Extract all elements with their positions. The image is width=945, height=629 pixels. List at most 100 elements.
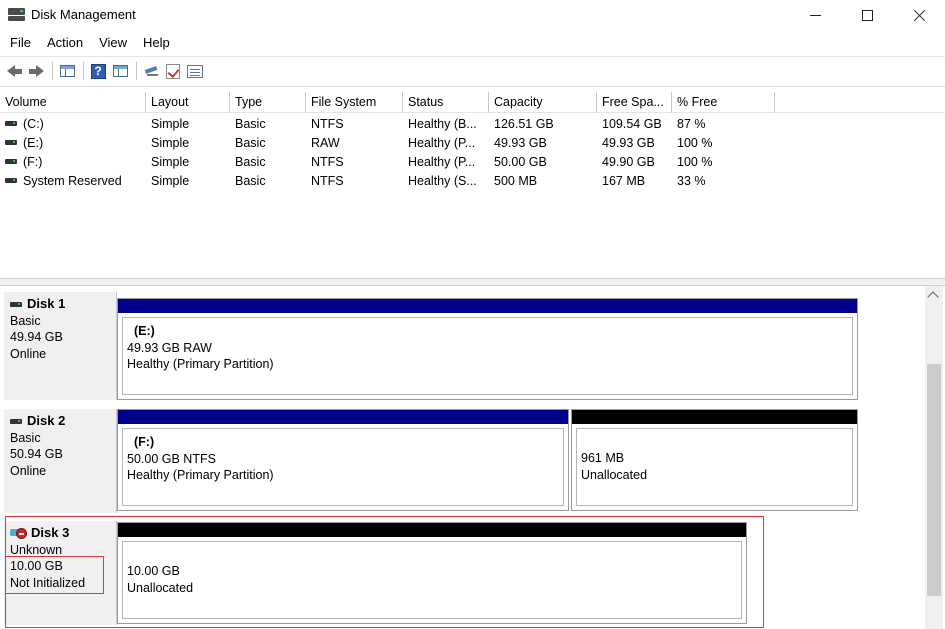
drive-icon [5, 178, 17, 183]
volume-free-space: 167 MB [602, 173, 646, 188]
volume-percent-free: 33 % [677, 173, 706, 188]
volume-layout: Simple [151, 154, 190, 169]
volume-file-system: NTFS [311, 116, 344, 131]
toolbar-divider [52, 62, 53, 80]
scrollbar-thumb[interactable] [927, 364, 941, 596]
partition-title: (F:) [134, 435, 155, 449]
back-button[interactable] [4, 61, 24, 81]
menu-bar: File Action View Help [0, 32, 945, 54]
connect-button[interactable] [141, 61, 161, 81]
volume-type: Basic [235, 135, 266, 150]
disk-graphical-view: Disk 1 Basic 49.94 GB Online (E:) 49.93 … [0, 286, 925, 629]
pane-splitter[interactable] [0, 278, 945, 286]
minimize-icon [809, 14, 821, 16]
help-icon: ? [90, 63, 106, 79]
show-hide-button[interactable] [110, 61, 130, 81]
partition-color-bar [572, 410, 857, 424]
volume-free-space: 49.90 GB [602, 154, 655, 169]
menu-view[interactable]: View [91, 32, 135, 54]
partition-status: Unallocated [581, 467, 648, 482]
column-header-type[interactable]: Type [230, 92, 306, 113]
check-icon [166, 63, 180, 79]
volume-free-space: 49.93 GB [602, 135, 655, 150]
table-row[interactable]: System Reserved Simple Basic NTFS Health… [0, 171, 945, 190]
volume-rows: (C:) Simple Basic NTFS Healthy (B... 126… [0, 114, 945, 190]
volume-name: (E:) [23, 135, 44, 150]
volume-type: Basic [235, 173, 266, 188]
disk-name: Disk 2 [27, 413, 66, 428]
drive-icon [5, 140, 17, 145]
volume-percent-free: 100 % [677, 135, 713, 150]
column-header-file-system[interactable]: File System [306, 92, 403, 113]
column-header-volume[interactable]: Volume [0, 92, 146, 113]
disk-state: Online [10, 463, 47, 478]
window-title: Disk Management [31, 7, 136, 22]
title-bar: Disk Management [0, 0, 945, 31]
disk-icon [10, 418, 22, 424]
column-header-status[interactable]: Status [403, 92, 489, 113]
volume-name: System Reserved [23, 173, 122, 188]
table-row[interactable]: (F:) Simple Basic NTFS Healthy (P... 50.… [0, 152, 945, 171]
volume-status: Healthy (P... [408, 135, 476, 150]
partition-f[interactable]: (F:) 50.00 GB NTFS Healthy (Primary Part… [117, 409, 569, 511]
disk-2-row: Disk 2 Basic 50.94 GB Online (F:) 50.00 … [0, 403, 925, 515]
volume-file-system: RAW [311, 135, 340, 150]
disk-type: Basic [10, 313, 41, 328]
volume-status: Healthy (P... [408, 154, 476, 169]
partition-title: (E:) [134, 324, 155, 338]
close-icon [913, 9, 926, 22]
toolbar-divider [83, 62, 84, 80]
column-header-free-space[interactable]: Free Spa... [597, 92, 672, 113]
toolbar-divider [136, 62, 137, 80]
back-icon [6, 65, 22, 77]
disk-type: Basic [10, 430, 41, 445]
volume-capacity: 50.00 GB [494, 154, 547, 169]
disk-name: Disk 1 [27, 296, 66, 311]
column-header-percent-free[interactable]: % Free [672, 92, 775, 113]
disk-icon [10, 301, 22, 307]
volume-list-header: Volume Layout Type File System Status Ca… [0, 92, 945, 113]
forward-button[interactable] [26, 61, 46, 81]
connect-icon [144, 66, 159, 76]
console-tree-icon [59, 65, 75, 77]
partition-e[interactable]: (E:) 49.93 GB RAW Healthy (Primary Parti… [117, 298, 858, 400]
volume-name: (C:) [23, 116, 44, 131]
menu-file[interactable]: File [2, 32, 39, 54]
toolbar: ? [0, 58, 945, 84]
menu-action[interactable]: Action [39, 32, 91, 54]
disk-state: Online [10, 346, 47, 361]
partition-color-bar [118, 299, 857, 313]
volume-file-system: NTFS [311, 173, 344, 188]
scroll-up-icon[interactable] [927, 291, 939, 303]
volume-name: (F:) [23, 154, 43, 169]
drive-icon [5, 121, 17, 126]
properties-button[interactable] [185, 61, 205, 81]
volume-capacity: 126.51 GB [494, 116, 554, 131]
volume-percent-free: 87 % [677, 116, 706, 131]
table-row[interactable]: (E:) Simple Basic RAW Healthy (P... 49.9… [0, 133, 945, 152]
table-row[interactable]: (C:) Simple Basic NTFS Healthy (B... 126… [0, 114, 945, 133]
disk-2-label[interactable]: Disk 2 Basic 50.94 GB Online [4, 409, 117, 513]
column-header-layout[interactable]: Layout [146, 92, 230, 113]
unallocated-space-disk-2[interactable]: 961 MB Unallocated [571, 409, 858, 511]
maximize-icon [861, 9, 873, 21]
volume-layout: Simple [151, 116, 190, 131]
column-header-capacity[interactable]: Capacity [489, 92, 597, 113]
volume-file-system: NTFS [311, 154, 344, 169]
close-button[interactable] [896, 0, 942, 30]
disk-1-label[interactable]: Disk 1 Basic 49.94 GB Online [4, 292, 117, 400]
properties-icon [187, 64, 203, 78]
volume-status: Healthy (S... [408, 173, 477, 188]
help-button[interactable]: ? [88, 61, 108, 81]
check-button[interactable] [163, 61, 183, 81]
minimize-button[interactable] [792, 0, 838, 30]
volume-percent-free: 100 % [677, 154, 713, 169]
vertical-scrollbar[interactable] [925, 286, 943, 629]
maximize-button[interactable] [844, 0, 890, 30]
show-hide-icon [112, 65, 128, 77]
menu-help[interactable]: Help [135, 32, 178, 54]
disk-3-highlight [5, 516, 764, 628]
disk-1-row: Disk 1 Basic 49.94 GB Online (E:) 49.93 … [0, 286, 925, 400]
volume-list: Volume Layout Type File System Status Ca… [0, 92, 945, 278]
console-tree-button[interactable] [57, 61, 77, 81]
